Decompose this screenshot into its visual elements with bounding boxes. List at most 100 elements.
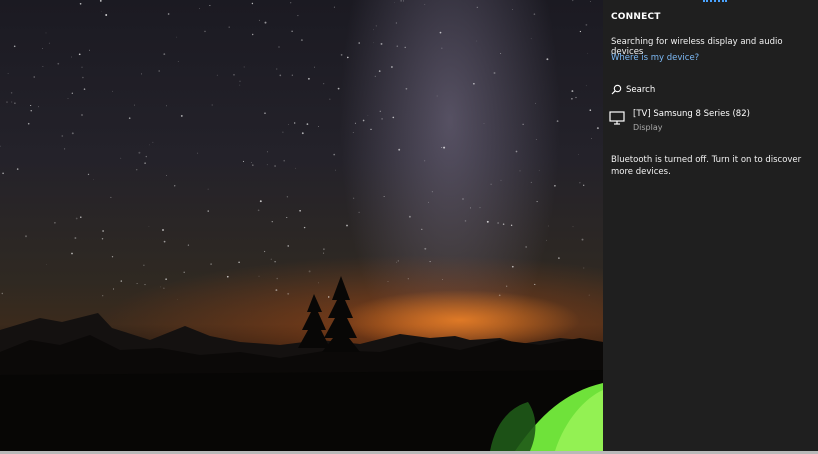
star	[233, 74, 235, 76]
searching-progress-indicator	[703, 0, 727, 2]
star	[585, 24, 588, 26]
star	[6, 101, 8, 103]
star	[61, 135, 64, 137]
star	[144, 284, 146, 286]
star	[276, 68, 278, 70]
star	[148, 226, 150, 227]
star	[469, 207, 471, 209]
star	[82, 76, 84, 79]
star	[71, 132, 74, 135]
star	[174, 185, 176, 187]
star	[140, 73, 143, 75]
star	[291, 74, 293, 76]
star	[408, 215, 411, 218]
star	[375, 25, 377, 27]
star	[101, 10, 103, 12]
star	[14, 102, 16, 104]
star	[583, 184, 585, 186]
star	[38, 106, 40, 108]
where-is-my-device-link[interactable]: Where is my device?	[611, 53, 699, 63]
star	[308, 270, 311, 273]
star	[397, 260, 399, 262]
star	[207, 188, 209, 190]
star	[547, 225, 549, 227]
star	[143, 264, 145, 266]
star	[392, 116, 395, 119]
star	[10, 92, 13, 94]
star	[163, 240, 166, 243]
connect-panel: CONNECT Searching for wireless display a…	[603, 0, 818, 451]
star	[362, 119, 365, 122]
star	[579, 182, 581, 184]
star	[441, 47, 443, 49]
star	[251, 33, 254, 36]
star	[210, 263, 212, 265]
star	[400, 0, 402, 2]
search-button[interactable]: Search	[611, 80, 655, 99]
star	[538, 170, 540, 171]
star	[81, 66, 83, 68]
star	[378, 70, 381, 72]
star	[307, 77, 310, 80]
star	[367, 114, 369, 116]
star	[571, 98, 573, 100]
star	[421, 228, 423, 231]
star	[546, 239, 547, 241]
star	[30, 110, 32, 112]
star	[442, 279, 443, 280]
star	[394, 1, 395, 3]
star	[572, 0, 574, 2]
search-icon	[611, 80, 622, 99]
star	[266, 151, 268, 153]
star	[337, 87, 340, 90]
star	[483, 123, 485, 124]
search-label: Search	[626, 84, 656, 95]
star	[297, 15, 299, 17]
star	[93, 179, 95, 180]
star	[112, 90, 113, 92]
star	[536, 201, 538, 203]
star	[251, 2, 254, 5]
star	[27, 122, 30, 125]
star	[323, 252, 325, 254]
device-name: [TV] Samsung 8 Series (82)	[633, 109, 750, 119]
star	[257, 209, 260, 212]
monitor-icon	[609, 110, 625, 129]
star	[211, 104, 213, 106]
star	[395, 22, 398, 24]
star	[275, 289, 278, 292]
star	[42, 48, 43, 49]
star	[187, 244, 190, 246]
star	[510, 224, 513, 226]
star	[294, 122, 296, 124]
device-item-samsung-tv[interactable]: [TV] Samsung 8 Series (82) Display	[609, 106, 814, 136]
star	[177, 61, 179, 62]
star	[424, 247, 427, 250]
star	[323, 83, 325, 85]
star	[160, 286, 162, 288]
star	[101, 238, 104, 240]
star	[264, 112, 266, 114]
star	[135, 168, 138, 171]
star	[163, 53, 166, 55]
star	[380, 42, 383, 45]
star	[373, 29, 374, 31]
star	[530, 38, 532, 40]
star	[238, 261, 240, 264]
star	[490, 183, 492, 185]
star	[74, 237, 77, 239]
star	[340, 54, 343, 56]
star	[278, 46, 280, 48]
star	[535, 102, 537, 104]
star	[583, 267, 585, 269]
star	[180, 114, 183, 117]
star	[274, 260, 276, 263]
star	[546, 58, 549, 61]
star	[287, 124, 289, 125]
star	[429, 261, 431, 263]
star	[519, 170, 521, 172]
star	[431, 191, 433, 193]
star	[286, 217, 288, 218]
star	[295, 167, 297, 169]
star	[11, 101, 13, 103]
